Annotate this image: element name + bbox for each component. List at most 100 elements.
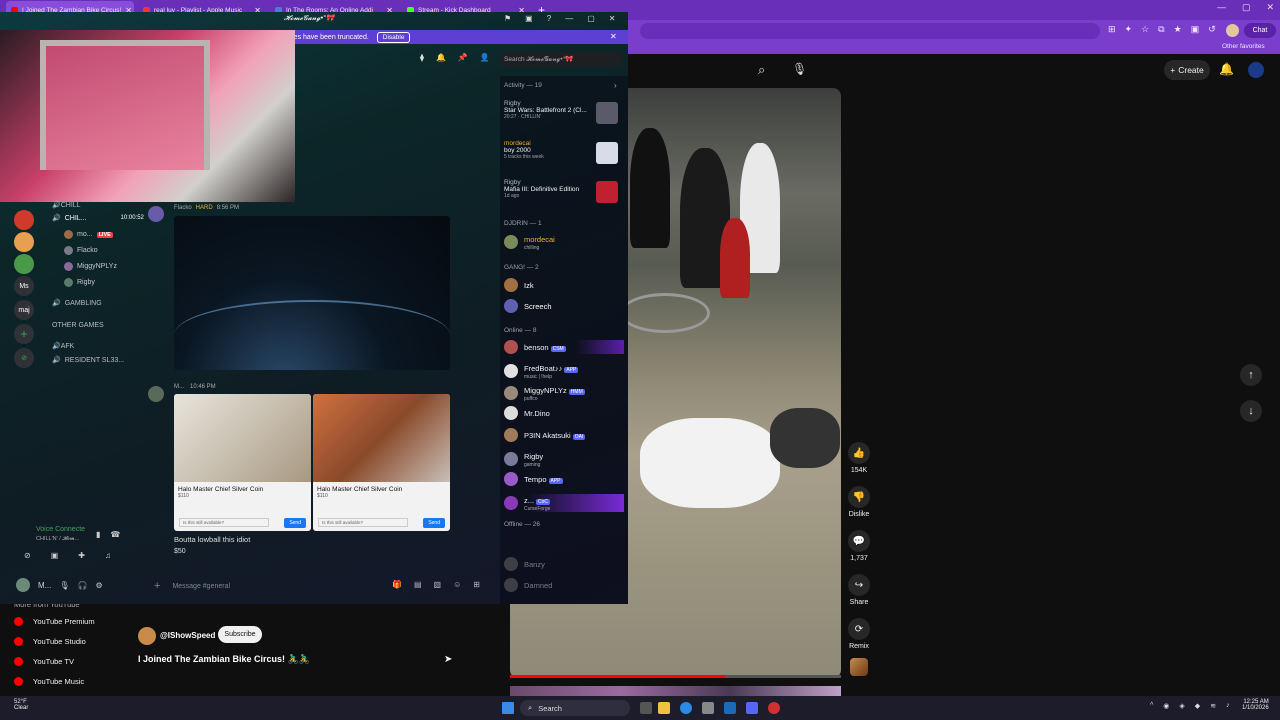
arrow-down-icon[interactable]: ↓ xyxy=(1240,400,1262,422)
clock[interactable]: 12:25 AM 1/10/2026 xyxy=(1242,699,1269,711)
user-avatar[interactable] xyxy=(16,578,30,592)
soundboard-icon[interactable]: ♫ xyxy=(105,551,111,560)
create-button[interactable]: + Create xyxy=(1164,60,1210,80)
other-favorites-link[interactable]: Other favorites xyxy=(1222,43,1265,50)
voice-user[interactable]: MiggyNPLYz xyxy=(64,262,117,271)
tray-app-icon[interactable]: ◉ xyxy=(1163,702,1169,710)
favorites-icon[interactable]: ★ xyxy=(1174,24,1182,35)
plus-icon[interactable]: + xyxy=(154,580,160,592)
member-item[interactable]: FredBoat♪♪ APP music | !help xyxy=(504,362,579,380)
member-item[interactable]: MiggyNPLYz HMM puffco xyxy=(504,384,585,402)
maximize-icon[interactable]: ▢ xyxy=(1242,2,1251,13)
card-message-input[interactable]: Is this still available? xyxy=(318,518,408,527)
server-icon-maj[interactable]: maj xyxy=(14,300,34,320)
steam-icon[interactable] xyxy=(724,702,736,714)
youtube-link[interactable]: YouTube TV xyxy=(14,657,74,666)
message-avatar[interactable] xyxy=(148,386,164,402)
member-item[interactable]: P3IN Akatsuki OAI xyxy=(504,428,586,442)
pin-icon[interactable]: 📌 xyxy=(458,53,468,62)
youtube-link[interactable]: YouTube Music xyxy=(14,677,84,686)
discord-search-input[interactable]: Search 𝓗𝓸𝓶𝓮𝓖𝓪𝓷𝓰•°🎀 xyxy=(500,52,622,66)
edge-icon[interactable] xyxy=(680,702,692,714)
close-icon[interactable]: ✕ xyxy=(610,32,617,41)
minimize-icon[interactable]: — xyxy=(565,14,573,23)
server-icon[interactable] xyxy=(14,254,34,274)
chevron-up-icon[interactable]: ^ xyxy=(1150,702,1153,710)
voice-channel-chill[interactable]: 🔊CHILL xyxy=(52,201,81,209)
mic-icon[interactable]: 🎙 xyxy=(792,62,807,76)
add-tab-icon[interactable]: ⊞ xyxy=(1108,24,1116,35)
file-explorer-icon[interactable] xyxy=(658,702,670,714)
chat-button[interactable]: Chat xyxy=(1244,23,1276,38)
message-author[interactable]: Flacko xyxy=(174,205,192,211)
signal-icon[interactable]: ▮ xyxy=(96,530,100,539)
voice-channel-chill-active[interactable]: 🔊 CHIL... 10:00:52 xyxy=(52,214,144,223)
server-icon[interactable] xyxy=(14,232,34,252)
subscribe-button[interactable]: Subscribe xyxy=(218,626,262,643)
disconnect-icon[interactable]: ☎ xyxy=(110,530,120,539)
camera-off-icon[interactable]: ⊘ xyxy=(24,551,31,560)
next-short-preview[interactable] xyxy=(510,686,841,696)
task-view-icon[interactable] xyxy=(640,702,652,714)
search-icon[interactable]: ⌕ xyxy=(758,62,774,78)
voice-user[interactable]: Flacko xyxy=(64,246,98,255)
member-item[interactable]: Screech xyxy=(504,299,552,313)
member-item[interactable]: Izk xyxy=(504,278,534,292)
discover-icon[interactable]: ⊘ xyxy=(14,348,34,368)
close-icon[interactable]: ✕ xyxy=(609,14,616,23)
screen-share-icon[interactable]: ▣ xyxy=(51,551,59,560)
activity-item[interactable]: Rigby Mafia III: Definitive Edition 1d ago xyxy=(504,179,579,199)
member-item[interactable]: Mr.Dino xyxy=(504,406,550,420)
member-item-offline[interactable]: Banzy xyxy=(504,557,545,571)
send-button[interactable]: Send xyxy=(423,518,445,528)
threads-icon[interactable]: ⧫ xyxy=(420,53,424,62)
mic-icon[interactable]: 🎙 xyxy=(59,581,69,590)
settings-app-icon[interactable] xyxy=(702,702,714,714)
obs-icon[interactable] xyxy=(768,702,780,714)
channel-name[interactable]: @IShowSpeed xyxy=(160,631,215,640)
member-item[interactable]: Tempo APP xyxy=(504,472,563,486)
collections-icon[interactable]: ▣ xyxy=(1191,24,1200,35)
extension-icon[interactable]: ✦ xyxy=(1125,24,1133,35)
marketplace-card[interactable]: Halo Master Chief Silver Coin $110 Is this… xyxy=(174,394,311,531)
share-action[interactable]: ↪ Share xyxy=(844,574,874,606)
channel-category-other-games[interactable]: OTHER GAMES xyxy=(52,322,104,329)
comment-action[interactable]: 💬 1,737 xyxy=(844,530,874,562)
member-item[interactable]: benson CSM xyxy=(504,340,624,354)
member-item[interactable]: Rigby gaming xyxy=(504,450,543,468)
screen-icon[interactable]: ▣ xyxy=(525,14,533,23)
add-server-icon[interactable]: + xyxy=(14,324,34,344)
youtube-link[interactable]: YouTube Premium xyxy=(14,617,95,626)
marketplace-card[interactable]: Halo Master Chief Silver Coin $110 Is this… xyxy=(313,394,450,531)
youtube-link[interactable]: YouTube Studio xyxy=(14,637,86,646)
volume-icon[interactable]: ♪ xyxy=(1226,702,1230,710)
headphones-icon[interactable]: 🎧 xyxy=(78,581,88,590)
member-item[interactable]: z... CoC CurseForge xyxy=(504,494,624,512)
minimize-icon[interactable]: — xyxy=(1217,2,1226,13)
youtube-avatar[interactable] xyxy=(1248,62,1264,78)
bell-icon[interactable]: 🔔 xyxy=(1219,62,1234,76)
star-icon[interactable]: ☆ xyxy=(1141,24,1149,35)
browser-profile-avatar[interactable] xyxy=(1226,24,1239,37)
dislike-action[interactable]: 👎 Dislike xyxy=(844,486,874,518)
windows-start-icon[interactable] xyxy=(502,702,514,714)
help-icon[interactable]: ? xyxy=(547,14,551,23)
members-icon[interactable]: 👤 xyxy=(480,53,490,62)
notification-bell-icon[interactable]: 🔔 xyxy=(436,53,446,62)
activities-icon[interactable]: ✚ xyxy=(78,551,85,560)
emoji-icon[interactable]: ☺ xyxy=(453,580,461,589)
message-avatar[interactable] xyxy=(148,206,164,222)
server-icon[interactable] xyxy=(14,210,34,230)
card-message-input[interactable]: Is this still available? xyxy=(179,518,269,527)
voice-user[interactable]: Rigby xyxy=(64,278,95,287)
gif-icon[interactable]: ▤ xyxy=(414,580,422,589)
gift-icon[interactable]: 🎁 xyxy=(392,580,402,589)
disable-button[interactable]: Disable xyxy=(376,31,411,43)
like-action[interactable]: 👍 154K xyxy=(844,442,874,474)
apps-icon[interactable]: ⊞ xyxy=(473,580,480,589)
audio-thumbnail[interactable] xyxy=(850,658,868,676)
send-button[interactable]: Send xyxy=(284,518,306,528)
voice-channel-resident[interactable]: 🔊 RESIDENT SL33... xyxy=(52,356,124,365)
url-input[interactable] xyxy=(640,23,1100,39)
remix-action[interactable]: ⟳ Remix xyxy=(844,618,874,650)
